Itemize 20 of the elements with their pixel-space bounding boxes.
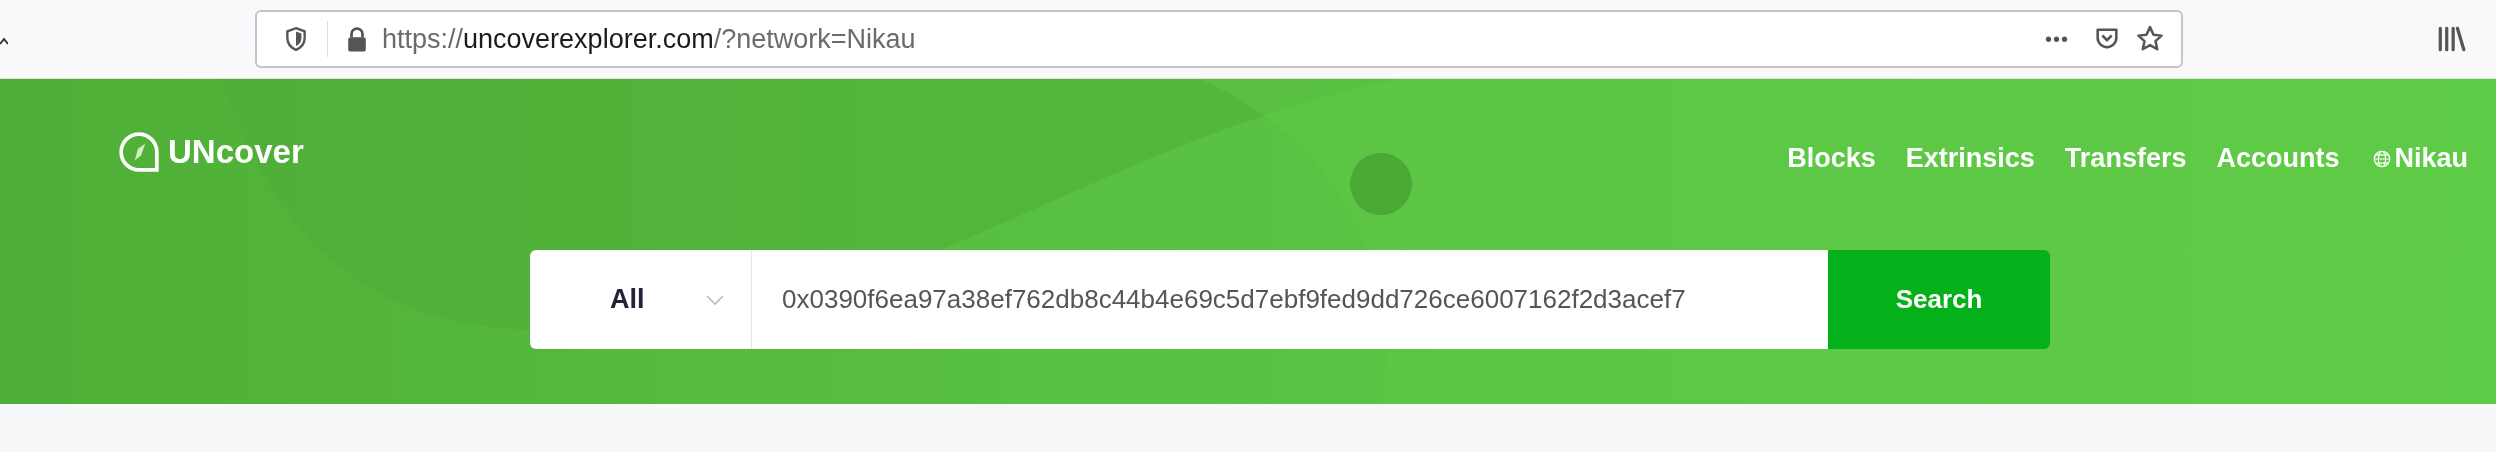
network-link[interactable]: Nikau <box>2373 143 2468 174</box>
nav-link[interactable]: Blocks <box>1787 143 1876 174</box>
url-text: https://uncoverexplorer.com/?network=Nikau <box>382 23 917 55</box>
library-icon[interactable] <box>2436 24 2466 54</box>
globe-icon <box>2373 149 2392 168</box>
nav-link[interactable]: Extrinsics <box>1905 143 2035 174</box>
compass-icon <box>118 130 160 173</box>
shield-icon[interactable] <box>283 26 309 52</box>
more-button[interactable]: ••• <box>2045 27 2069 51</box>
nav-link[interactable]: Accounts <box>2216 143 2340 174</box>
chevron-down-icon <box>705 293 725 306</box>
nav-link[interactable]: Transfers <box>2064 143 2187 174</box>
chevron-icon[interactable] <box>0 36 8 46</box>
search-field[interactable]: 0x0390f6ea97a38ef762db8c44b4e69c5d7ebf9fed9dd726ce6007162f2d3acef7 <box>752 250 1828 349</box>
address-bar[interactable]: https://uncoverexplorer.com/?network=Nikau ••• <box>255 10 2183 68</box>
lock-icon <box>346 25 368 53</box>
logo[interactable]: UNcover <box>118 130 304 173</box>
search-button[interactable]: Search <box>1828 250 2050 349</box>
filter-dropdown[interactable]: All <box>530 250 752 349</box>
star-icon[interactable] <box>2135 24 2165 54</box>
